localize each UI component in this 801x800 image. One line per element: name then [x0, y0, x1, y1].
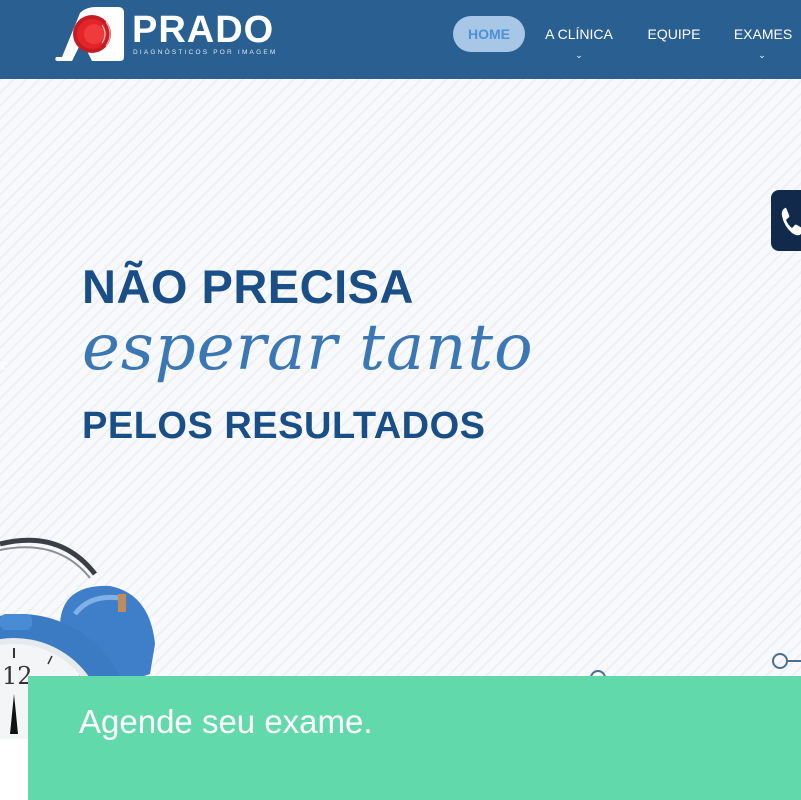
main-nav: HOME A CLÍNICA ⌄ EQUIPE EXAMES ⌄: [0, 16, 801, 76]
slider-line: [788, 660, 801, 662]
hero-headline-line1: NÃO PRECISA: [82, 260, 414, 313]
cta-label: Agende seu exame.: [79, 703, 373, 740]
hero-headline-line3: PELOS RESULTADOS: [82, 405, 486, 447]
nav-item-exames[interactable]: EXAMES: [727, 16, 799, 52]
schedule-exam-cta[interactable]: Agende seu exame.: [28, 676, 801, 800]
hero-headline-line2: esperar tanto: [82, 311, 534, 385]
slider-dot[interactable]: [772, 653, 788, 669]
site-header: PRADO DIAGNÓSTICOS POR IMAGEM HOME A CLÍ…: [0, 0, 801, 79]
chevron-down-icon[interactable]: ⌄: [574, 50, 584, 60]
chevron-down-icon[interactable]: ⌄: [757, 50, 767, 60]
nav-item-clinica[interactable]: A CLÍNICA: [538, 16, 620, 52]
phone-icon: [781, 207, 801, 236]
slider-prev-icon[interactable]: ‹: [0, 355, 10, 375]
nav-item-equipe[interactable]: EQUIPE: [641, 16, 707, 52]
white-edge: [0, 739, 28, 800]
nav-item-home[interactable]: HOME: [453, 16, 525, 52]
phone-button[interactable]: [771, 190, 801, 251]
